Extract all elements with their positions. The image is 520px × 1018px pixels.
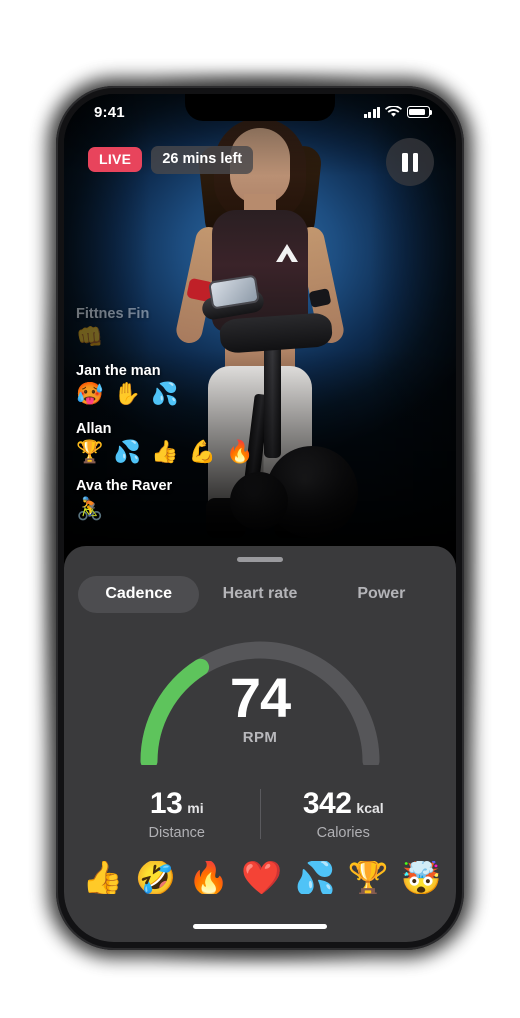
tab-power[interactable]: Power	[321, 576, 442, 613]
gauge-value: 74	[229, 666, 291, 729]
panel-drag-handle[interactable]	[237, 557, 283, 562]
metric-tab-bar: Cadence Heart rate Power	[78, 576, 442, 613]
reaction-sweat-droplets-icon[interactable]: 💦	[295, 861, 336, 894]
workout-stats: 13 mi Distance 342 kcal Calories	[94, 787, 426, 841]
pause-button[interactable]	[386, 138, 434, 186]
reaction-exploding-head-icon[interactable]: 🤯	[401, 861, 442, 894]
stat-label: Distance	[148, 825, 205, 841]
tab-heart-rate[interactable]: Heart rate	[199, 576, 320, 613]
stat-value: 13	[149, 787, 183, 820]
stat-unit: mi	[187, 800, 204, 816]
chat-message: Ava the Raver 🚴	[76, 478, 326, 522]
live-class-video[interactable]: LIVE 26 mins left Fittnes Fin 👊 Jan the …	[64, 94, 456, 550]
tab-cadence[interactable]: Cadence	[78, 576, 200, 613]
stat-unit: kcal	[356, 800, 384, 816]
chat-message: Allan 🏆 💦 👍 💪 🔥	[76, 421, 326, 465]
chat-username: Fittnes Fin	[76, 305, 150, 322]
stat-label: Calories	[316, 825, 370, 841]
reaction-thumbs-up-icon[interactable]: 👍	[82, 861, 123, 894]
chat-emojis: 👊	[76, 323, 106, 349]
time-remaining-badge: 26 mins left	[151, 146, 254, 174]
chat-username: Ava the Raver	[76, 478, 173, 495]
live-badge: LIVE	[88, 147, 143, 173]
chat-message: Fittnes Fin 👊	[76, 306, 326, 350]
stat-distance: 13 mi Distance	[94, 787, 260, 841]
home-indicator[interactable]	[193, 924, 327, 929]
pause-icon	[412, 152, 418, 172]
pause-icon	[402, 152, 408, 172]
chat-emojis: 🥵 ✋ 💦	[76, 381, 181, 407]
reaction-trophy-icon[interactable]: 🏆	[348, 861, 389, 894]
cadence-gauge: 74 RPM	[130, 637, 390, 765]
chat-message: Jan the man 🥵 ✋ 💦	[76, 363, 326, 407]
chat-username: Jan the man	[76, 363, 161, 380]
chat-emojis: 🏆 💦 👍 💪 🔥	[76, 438, 256, 464]
chat-emojis: 🚴	[76, 496, 106, 522]
device-notch	[185, 94, 335, 121]
reaction-heart-icon[interactable]: ❤️	[241, 861, 282, 894]
phone-screen: LIVE 26 mins left Fittnes Fin 👊 Jan the …	[64, 94, 456, 942]
gauge-unit: RPM	[242, 728, 278, 746]
chat-username: Allan	[76, 420, 112, 437]
reaction-bar: 👍 🤣 🔥 ❤️ 💦 🏆 🤯	[64, 861, 456, 894]
gauge-readout: 74 RPM	[130, 666, 390, 746]
live-chat-feed: Fittnes Fin 👊 Jan the man 🥵 ✋ 💦 Allan 🏆 …	[76, 306, 326, 537]
reaction-rofl-icon[interactable]: 🤣	[135, 861, 176, 894]
screenshot-stage: LIVE 26 mins left Fittnes Fin 👊 Jan the …	[0, 0, 520, 1018]
reaction-fire-icon[interactable]: 🔥	[188, 861, 229, 894]
live-status-row: LIVE 26 mins left	[88, 146, 254, 174]
stat-calories: 342 kcal Calories	[261, 787, 427, 841]
metrics-panel: Cadence Heart rate Power 74 RPM 13 mi Di…	[64, 546, 456, 942]
stat-value: 342	[302, 787, 352, 820]
